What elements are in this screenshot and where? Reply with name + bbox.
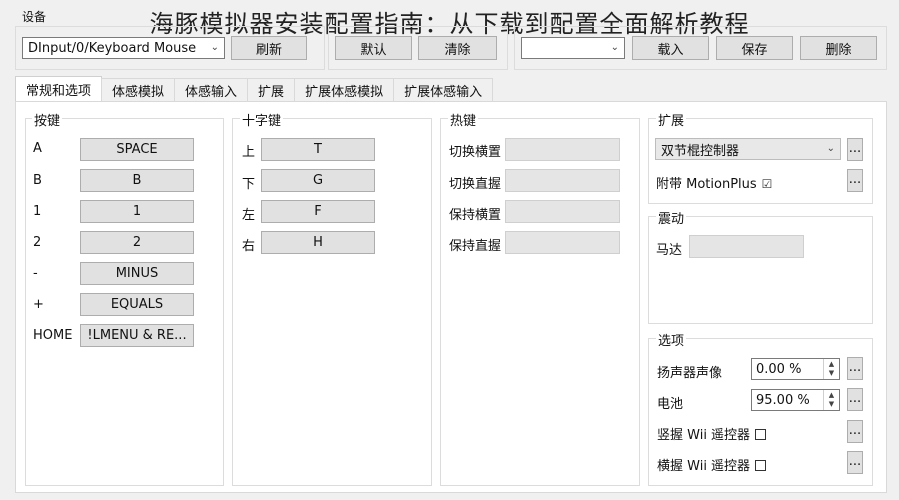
save-button[interactable]: 保存 <box>716 36 793 60</box>
chevron-down-icon: ⌄ <box>826 142 835 154</box>
load-button[interactable]: 载入 <box>632 36 709 60</box>
clear-button[interactable]: 清除 <box>418 36 497 60</box>
device-select[interactable]: DInput/0/Keyboard Mouse ⌄ <box>22 37 225 59</box>
button-binding-a[interactable]: SPACE <box>80 138 194 161</box>
device-group-title: 设备 <box>22 10 47 24</box>
hotkey-label-toggle-upright: 切换直握 <box>449 177 502 192</box>
rumble-group-title: 震动 <box>656 208 687 227</box>
dpad-binding-right[interactable]: H <box>261 231 375 254</box>
battery-label: 电池 <box>657 397 684 412</box>
dpad-label-left: 左 <box>242 208 256 223</box>
dpad-binding-left[interactable]: F <box>261 200 375 223</box>
motionplus-label-text: 附带 MotionPlus <box>656 177 757 192</box>
extension-more-button[interactable]: ... <box>847 138 863 161</box>
chevron-down-icon: ⌄ <box>210 41 219 53</box>
tab-extension-motion-input[interactable]: 扩展体感输入 <box>393 78 494 101</box>
hotkey-binding-hold-sideways[interactable] <box>505 200 620 223</box>
button-label-2: 2 <box>33 235 42 250</box>
options-group-title: 选项 <box>656 330 687 349</box>
extension-select[interactable]: 双节棍控制器 ⌄ <box>655 138 841 160</box>
dpad-binding-up[interactable]: T <box>261 138 375 161</box>
battery-more-button[interactable]: ... <box>847 388 863 411</box>
dpad-label-right: 右 <box>242 239 256 254</box>
upright-wiimote-checkbox[interactable] <box>755 429 767 440</box>
button-label-home: HOME <box>33 328 73 343</box>
device-select-value: DInput/0/Keyboard Mouse <box>28 40 197 56</box>
extension-select-value: 双节棍控制器 <box>661 143 740 159</box>
hotkey-binding-toggle-upright[interactable] <box>505 169 620 192</box>
chevron-down-icon: ⌄ <box>610 41 619 53</box>
button-binding-plus[interactable]: EQUALS <box>80 293 194 316</box>
button-binding-home[interactable]: !LMENU & RE... <box>80 324 194 347</box>
tab-extension[interactable]: 扩展 <box>247 78 296 101</box>
upright-wiimote-text: 竖握 Wii 遥控器 <box>657 428 751 443</box>
upright-wiimote-label[interactable]: 竖握 Wii 遥控器 <box>657 424 767 443</box>
profile-select[interactable]: ⌄ <box>521 37 625 59</box>
delete-button[interactable]: 删除 <box>800 36 877 60</box>
button-binding-minus[interactable]: MINUS <box>80 262 194 285</box>
button-binding-b[interactable]: B <box>80 169 194 192</box>
motionplus-more-button[interactable]: ... <box>847 169 863 192</box>
hotkey-binding-hold-upright[interactable] <box>505 231 620 254</box>
hotkey-label-hold-sideways: 保持横置 <box>449 208 502 223</box>
button-label-minus: - <box>33 266 38 281</box>
check-icon[interactable]: ☑ <box>762 177 773 191</box>
speaker-pan-more-button[interactable]: ... <box>847 357 863 380</box>
motionplus-label[interactable]: 附带 MotionPlus ☑ <box>656 173 772 192</box>
tab-general[interactable]: 常规和选项 <box>15 76 103 101</box>
speaker-pan-value: 0.00 % <box>756 361 802 377</box>
button-label-b: B <box>33 173 42 188</box>
motor-binding[interactable] <box>689 235 804 258</box>
refresh-button[interactable]: 刷新 <box>231 36 307 60</box>
button-label-plus: + <box>33 297 44 312</box>
dpad-group-title: 十字键 <box>240 110 284 129</box>
battery-value: 95.00 % <box>756 392 810 408</box>
tab-motion-simulation[interactable]: 体感模拟 <box>101 78 176 101</box>
hotkey-label-toggle-sideways: 切换横置 <box>449 145 502 160</box>
button-binding-1[interactable]: 1 <box>80 200 194 223</box>
button-label-1: 1 <box>33 204 42 219</box>
tab-strip: 常规和选项 体感模拟 体感输入 扩展 扩展体感模拟 扩展体感输入 <box>15 76 494 101</box>
tab-motion-input[interactable]: 体感输入 <box>174 78 249 101</box>
tab-extension-motion-simulation[interactable]: 扩展体感模拟 <box>294 78 395 101</box>
extension-group-title: 扩展 <box>656 110 687 129</box>
sideways-wiimote-checkbox[interactable] <box>755 460 767 471</box>
buttons-group-title: 按键 <box>32 110 63 129</box>
hotkey-binding-toggle-sideways[interactable] <box>505 138 620 161</box>
default-button[interactable]: 默认 <box>335 36 412 60</box>
dpad-label-up: 上 <box>242 145 256 160</box>
spinner-arrows-icon[interactable]: ▲ ▼ <box>823 390 839 410</box>
sideways-wiimote-text: 横握 Wii 遥控器 <box>657 459 751 474</box>
spinner-arrows-icon[interactable]: ▲ ▼ <box>823 359 839 379</box>
dpad-binding-down[interactable]: G <box>261 169 375 192</box>
button-label-a: A <box>33 141 42 156</box>
speaker-pan-label: 扬声器声像 <box>657 366 723 381</box>
dpad-label-down: 下 <box>242 177 256 192</box>
hotkey-label-hold-upright: 保持直握 <box>449 239 502 254</box>
motor-label: 马达 <box>656 243 683 258</box>
button-binding-2[interactable]: 2 <box>80 231 194 254</box>
sideways-wiimote-more-button[interactable]: ... <box>847 451 863 474</box>
hotkeys-group-title: 热键 <box>448 110 479 129</box>
upright-wiimote-more-button[interactable]: ... <box>847 420 863 443</box>
speaker-pan-spinner[interactable]: 0.00 % ▲ ▼ <box>751 358 840 380</box>
rumble-group <box>648 216 873 324</box>
battery-spinner[interactable]: 95.00 % ▲ ▼ <box>751 389 840 411</box>
sideways-wiimote-label[interactable]: 横握 Wii 遥控器 <box>657 455 767 474</box>
